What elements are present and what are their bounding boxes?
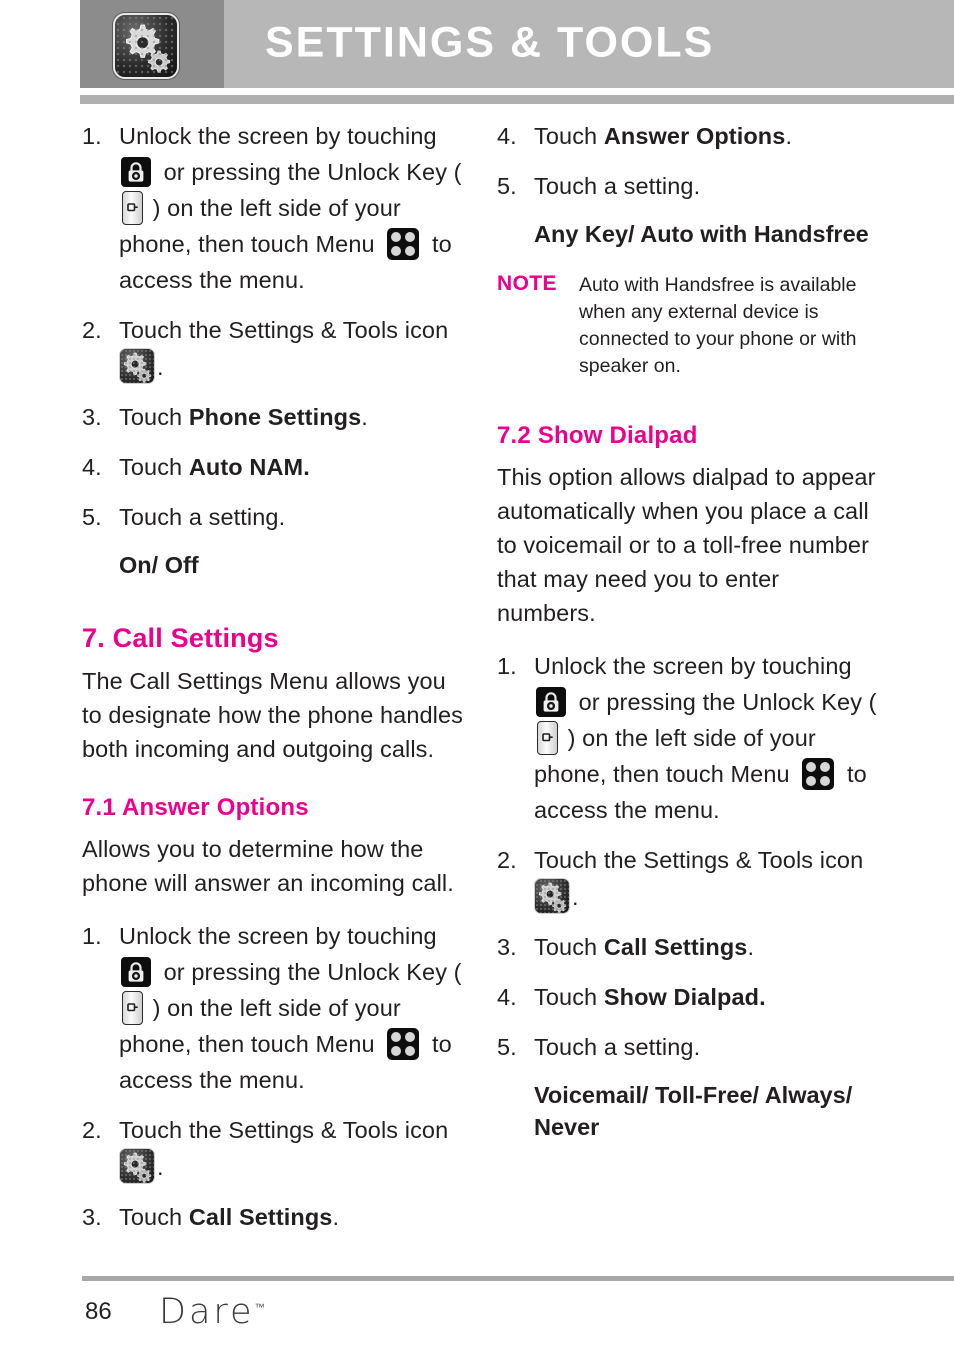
list-item: 5. Touch a setting.	[82, 499, 468, 535]
steps-auto-nam: 1. Unlock the screen by touching or press…	[82, 118, 468, 535]
step-number: 3.	[497, 933, 517, 960]
list-item: 4. Touch Show Dialpad.	[497, 979, 883, 1015]
options-show-dialpad: Voicemail/ Toll-Free/ Always/ Never	[534, 1081, 853, 1140]
step-number: 4.	[497, 123, 517, 149]
settings-tools-icon	[119, 348, 155, 384]
heading-show-dialpad: 7.2 Show Dialpad	[497, 422, 698, 449]
step-number: 2.	[497, 846, 517, 873]
step-number: 2.	[82, 317, 102, 343]
heading-answer-options: 7.1 Answer Options	[82, 794, 309, 822]
settings-tools-icon	[119, 1147, 155, 1184]
list-item: 3. Touch Call Settings.	[497, 929, 883, 965]
step-number: 4.	[82, 454, 102, 480]
list-item: 5. Touch a setting.	[497, 168, 883, 204]
settings-tools-gear-icon	[113, 13, 179, 79]
note-label: NOTE	[497, 272, 557, 295]
unlock-key-icon	[122, 990, 143, 1025]
list-item: 1. Unlock the screen by touching or press…	[82, 918, 468, 1098]
step-number: 1.	[82, 123, 102, 149]
header-divider	[80, 95, 954, 104]
list-item: 1. Unlock the screen by touching or press…	[497, 648, 883, 828]
page-title: SETTINGS & TOOLS	[265, 18, 715, 67]
step-number: 2.	[82, 1116, 102, 1143]
list-item: 2. Touch the Settings & Tools icon .	[497, 842, 883, 915]
step-number: 3.	[82, 404, 102, 430]
emphasis-term: Call Settings	[188, 1203, 333, 1230]
emphasis-term: Answer Options	[603, 123, 786, 149]
right-column: 4. Touch Answer Options. 5. Touch a setting…	[497, 118, 883, 1143]
step-number: 5.	[497, 173, 517, 199]
intro-show-dialpad: This option allows dialpad to appear aut…	[497, 463, 876, 626]
page-footer: 86 Dare™	[82, 1292, 582, 1338]
header-icon-block	[80, 0, 224, 88]
note-block: NOTE Auto with Handsfree is available wh…	[497, 272, 883, 380]
step-number: 5.	[497, 1033, 517, 1060]
dare-wordmark: Dare™	[159, 1292, 265, 1332]
emphasis-term: Auto NAM.	[188, 454, 310, 480]
lock-icon	[121, 956, 151, 987]
menu-grid-icon	[387, 228, 420, 260]
unlock-key-icon	[122, 191, 143, 225]
lock-icon	[121, 157, 151, 187]
halftone-pattern	[115, 15, 177, 77]
emphasis-term: Call Settings	[603, 933, 748, 960]
emphasis-term: Show Dialpad.	[603, 983, 766, 1010]
intro-answer-options: Allows you to determine how the phone wi…	[82, 835, 454, 896]
list-item: 2. Touch the Settings & Tools icon .	[82, 1112, 468, 1185]
step-number: 3.	[82, 1203, 102, 1230]
step-number: 1.	[497, 652, 517, 679]
unlock-key-icon	[537, 720, 558, 755]
lock-icon	[536, 686, 566, 717]
list-item: 3. Touch Call Settings.	[82, 1199, 468, 1235]
menu-grid-icon	[802, 757, 835, 790]
menu-grid-icon	[387, 1027, 420, 1060]
steps-answer-options: 1. Unlock the screen by touching or press…	[82, 918, 468, 1235]
emphasis-term: Phone Settings	[188, 404, 362, 430]
heading-call-settings: 7. Call Settings	[82, 623, 279, 653]
list-item: 5. Touch a setting.	[497, 1029, 883, 1065]
left-column: 1. Unlock the screen by touching or press…	[82, 118, 468, 1249]
step-number: 4.	[497, 983, 517, 1010]
list-item: 2. Touch the Settings & Tools icon .	[82, 312, 468, 385]
list-item: 1. Unlock the screen by touching or press…	[82, 118, 468, 298]
wordmark-text: Dare	[159, 1292, 255, 1332]
intro-call-settings: The Call Settings Menu allows you to des…	[82, 668, 464, 763]
steps-answer-options-continued: 4. Touch Answer Options. 5. Touch a setting…	[497, 118, 883, 204]
step-number: 1.	[82, 922, 102, 949]
list-item: 4. Touch Answer Options.	[497, 118, 883, 154]
steps-show-dialpad: 1. Unlock the screen by touching or press…	[497, 648, 883, 1065]
footer-divider	[82, 1276, 954, 1281]
options-answer-options: Any Key/ Auto with Handsfree	[534, 221, 869, 247]
page-header: SETTINGS & TOOLS	[80, 0, 954, 88]
list-item: 3. Touch Phone Settings.	[82, 399, 468, 435]
trademark-symbol: ™	[254, 1302, 265, 1314]
settings-tools-icon	[534, 877, 570, 914]
note-text: Auto with Handsfree is available when an…	[579, 274, 857, 377]
options-auto-nam: On/ Off	[119, 552, 199, 578]
step-number: 5.	[82, 504, 102, 530]
page-number: 86	[85, 1298, 112, 1325]
list-item: 4. Touch Auto NAM.	[82, 449, 468, 485]
